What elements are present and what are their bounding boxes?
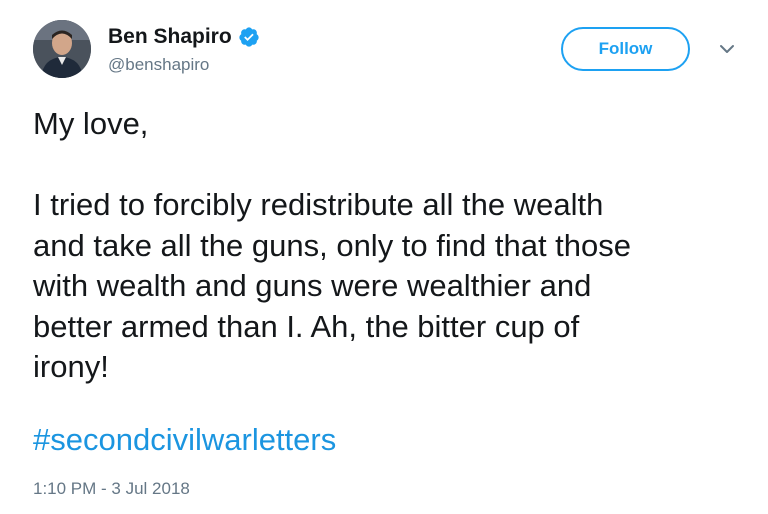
author-name-row: Ben Shapiro (108, 24, 260, 50)
author-block: Ben Shapiro @benshapiro (108, 24, 260, 76)
tweet-text: My love, I tried to forcibly redistribut… (33, 106, 632, 384)
avatar[interactable] (33, 20, 91, 78)
verified-badge-icon (238, 26, 260, 48)
author-handle[interactable]: @benshapiro (108, 54, 260, 76)
display-name[interactable]: Ben Shapiro (108, 24, 232, 50)
hashtag-link[interactable]: #secondcivilwarletters (33, 420, 336, 460)
tweet-timestamp[interactable]: 1:10 PM - 3 Jul 2018 (33, 478, 190, 500)
chevron-down-icon[interactable] (718, 42, 736, 56)
tweet-card: Ben Shapiro @benshapiro Follow My love, … (0, 0, 768, 514)
profile-photo-icon (33, 20, 91, 78)
follow-button[interactable]: Follow (561, 27, 690, 71)
